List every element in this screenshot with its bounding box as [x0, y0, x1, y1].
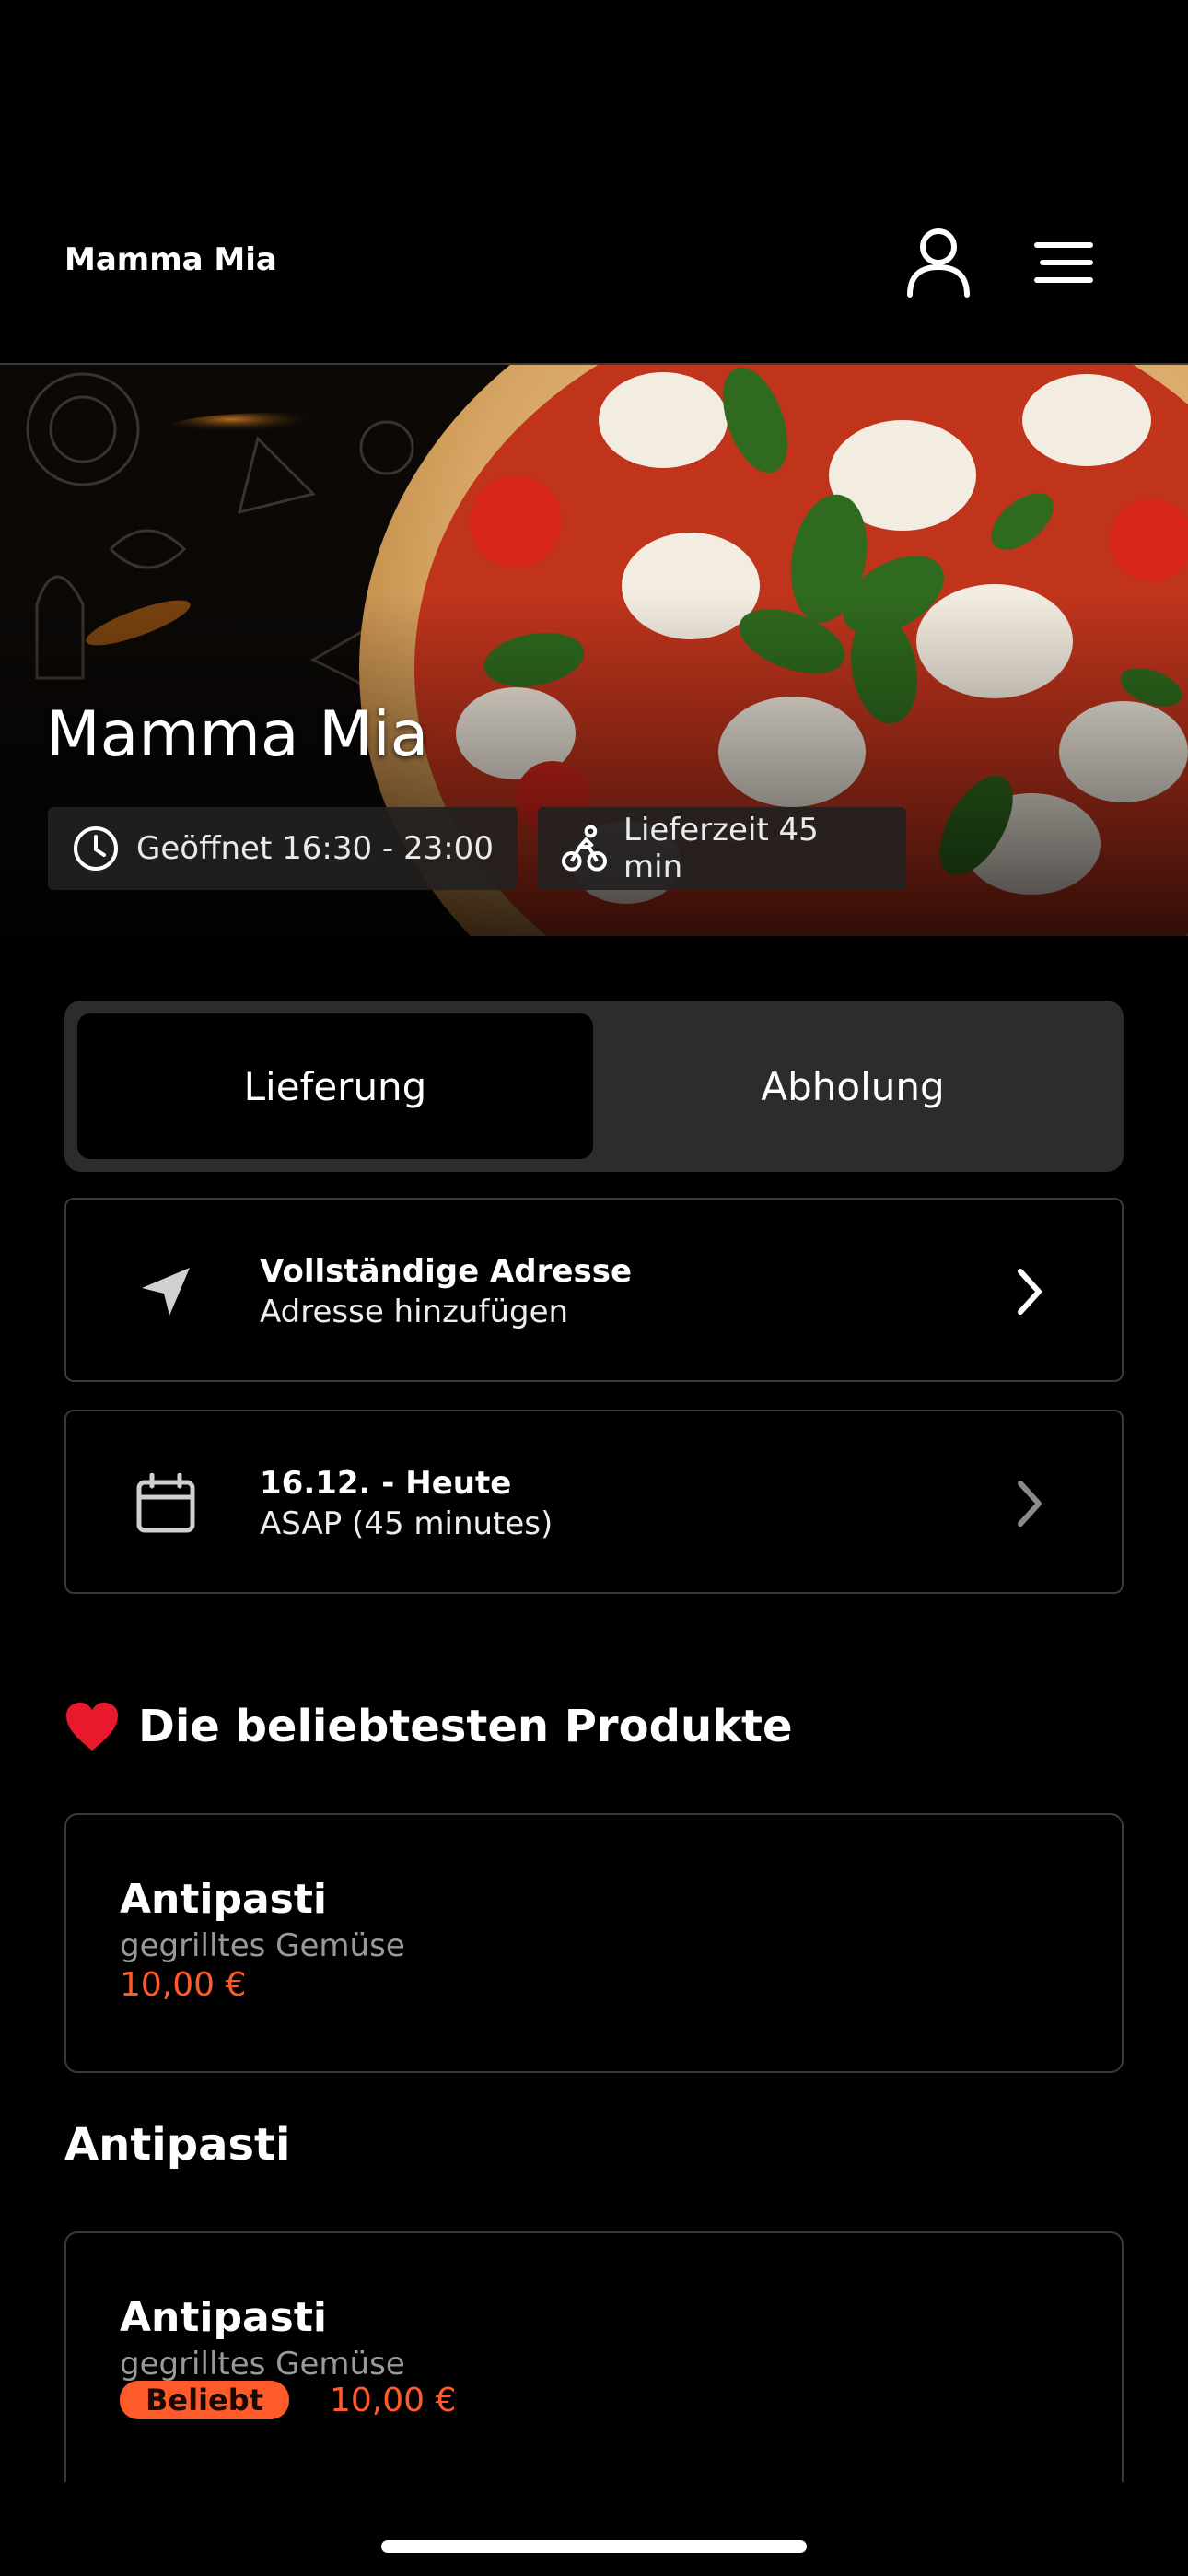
page: Mamma Mia Mamma Mia Geöffnet 16:30 - 23:… — [0, 0, 1188, 2576]
opening-hours-text: Geöffnet 16:30 - 23:00 — [136, 830, 494, 867]
chevron-right-icon — [1018, 1481, 1042, 1527]
popular-badge: Beliebt — [120, 2381, 289, 2419]
chevron-right-icon — [1018, 1269, 1042, 1315]
user-icon[interactable] — [897, 221, 980, 304]
product-description: gegrilltes Gemüse — [120, 2346, 405, 2383]
address-card[interactable]: Vollständige Adresse Adresse hinzufügen — [64, 1198, 1124, 1382]
product-name: Antipasti — [120, 1876, 327, 1923]
product-price: 10,00 € — [329, 2381, 457, 2419]
bicycle-icon — [562, 825, 607, 872]
product-description: gegrilltes Gemüse — [120, 1927, 405, 1964]
brand-name[interactable]: Mamma Mia — [64, 241, 277, 278]
time-subtitle: ASAP (45 minutes) — [260, 1505, 553, 1542]
product-price: 10,00 € — [120, 1966, 247, 2004]
calendar-icon — [131, 1469, 201, 1539]
app-header: Mamma Mia — [0, 0, 1188, 363]
hero-banner: Mamma Mia Geöffnet 16:30 - 23:00 Lieferz… — [0, 363, 1188, 936]
delivery-time-text: Lieferzeit 45 min — [623, 812, 819, 885]
address-title: Vollständige Adresse — [260, 1253, 632, 1290]
clock-icon — [74, 826, 118, 871]
heart-icon — [66, 1703, 118, 1751]
hamburger-menu-icon[interactable] — [1022, 221, 1105, 304]
delivery-time-chip: Lieferzeit 45 min — [538, 807, 906, 890]
navigation-arrow-icon — [131, 1257, 201, 1327]
category-title: Antipasti — [64, 2119, 291, 2171]
popular-section-title: Die beliebtesten Produkte — [64, 1701, 793, 1752]
date-title: 16.12. - Heute — [260, 1465, 512, 1502]
address-subtitle: Adresse hinzufügen — [260, 1294, 569, 1330]
tab-lieferung[interactable]: Lieferung — [77, 1013, 593, 1159]
opening-hours-chip: Geöffnet 16:30 - 23:00 — [48, 807, 518, 890]
restaurant-title: Mamma Mia — [46, 698, 429, 771]
product-name: Antipasti — [120, 2294, 327, 2341]
tab-abholung[interactable]: Abholung — [595, 1013, 1111, 1159]
product-card[interactable]: Antipasti gegrilltes Gemüse 10,00 € — [64, 1813, 1124, 2073]
home-indicator[interactable] — [381, 2540, 807, 2553]
delivery-pickup-toggle: Lieferung Abholung — [64, 1001, 1124, 1172]
delivery-time-card[interactable]: 16.12. - Heute ASAP (45 minutes) — [64, 1410, 1124, 1594]
